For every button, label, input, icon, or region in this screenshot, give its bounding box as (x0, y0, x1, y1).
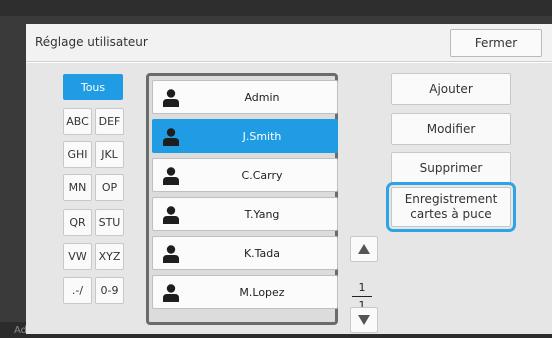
user-name: M.Lopez (239, 285, 285, 299)
user-row-tyang[interactable]: T.Yang (152, 197, 338, 231)
user-name: J.Smith (242, 129, 282, 143)
current-page: 1 (358, 281, 366, 294)
person-icon (163, 206, 179, 224)
filter-mn-button[interactable]: MN (63, 174, 92, 201)
user-row-admin[interactable]: Admin (152, 80, 338, 114)
smartcard-registration-button[interactable]: Enregistrement cartes à puce (386, 182, 516, 232)
page-up-button[interactable] (350, 236, 378, 262)
filter-digits-button[interactable]: 0-9 (95, 277, 124, 304)
triangle-down-icon (358, 315, 370, 325)
edit-button[interactable]: Modifier (391, 113, 511, 145)
filter-stu-button[interactable]: STU (95, 209, 124, 236)
filter-ghi-button[interactable]: GHI (63, 141, 92, 168)
user-name: T.Yang (244, 207, 280, 221)
dialog-body: Tous ABC DEF GHI JKL MN OP QR STU VW XYZ… (26, 63, 552, 334)
close-button[interactable]: Fermer (450, 29, 542, 57)
filter-all-button[interactable]: Tous (63, 74, 123, 100)
add-button[interactable]: Ajouter (391, 73, 511, 105)
person-icon (163, 128, 179, 146)
user-row-mlopez[interactable]: M.Lopez (152, 275, 338, 309)
filter-op-button[interactable]: OP (95, 174, 124, 201)
dialog-header: Réglage utilisateur Fermer (26, 24, 552, 62)
page-divider (352, 296, 372, 297)
user-name: C.Carry (241, 168, 283, 182)
smartcard-label-line2: cartes à puce (410, 207, 492, 221)
person-icon (163, 167, 179, 185)
filter-symbols-button[interactable]: .-/ (63, 277, 92, 304)
smartcard-label-line1: Enregistrement (404, 192, 498, 206)
user-name: K.Tada (243, 246, 281, 260)
filter-jkl-button[interactable]: JKL (95, 141, 124, 168)
filter-qr-button[interactable]: QR (63, 209, 92, 236)
person-icon (163, 245, 179, 263)
filter-xyz-button[interactable]: XYZ (95, 243, 124, 270)
person-icon (163, 284, 179, 302)
filter-vw-button[interactable]: VW (63, 243, 92, 270)
filter-abc-button[interactable]: ABC (63, 108, 92, 135)
dialog-title: Réglage utilisateur (35, 35, 148, 49)
filter-def-button[interactable]: DEF (95, 108, 124, 135)
person-icon (163, 89, 179, 107)
delete-button[interactable]: Supprimer (391, 152, 511, 184)
user-row-ccarry[interactable]: C.Carry (152, 158, 338, 192)
user-list: Admin J.Smith C.Carry T.Yang K.Tada M.Lo… (146, 73, 338, 325)
triangle-up-icon (358, 244, 370, 254)
page-down-button[interactable] (350, 307, 378, 333)
background-top-bar (0, 0, 552, 16)
user-row-ktada[interactable]: K.Tada (152, 236, 338, 270)
user-settings-dialog: Réglage utilisateur Fermer Tous ABC DEF … (26, 24, 552, 334)
user-row-jsmith[interactable]: J.Smith (152, 119, 338, 153)
user-name: Admin (244, 90, 280, 104)
